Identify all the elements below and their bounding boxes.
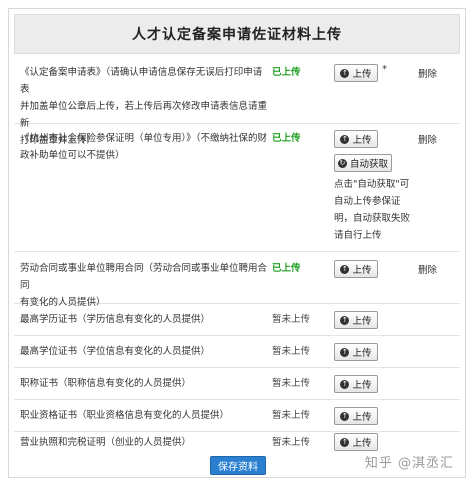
material-name: 营业执照和完税证明（创业的人员提供） xyxy=(20,437,192,448)
table-row: 职称证书（职称信息有变化的人员提供） 暂未上传 ↑ 上传 xyxy=(14,368,460,400)
table-row: 《认定备案申请表》（请确认申请信息保存无误后打印申请表 并加盖单位公章后上传，若… xyxy=(14,58,460,146)
table-row: 《杭州市社会保险参保证明（单位专用）》（不缴纳社保的财 政补助单位可以不提供） … xyxy=(14,124,460,252)
auto-fetch-icon: ↻ xyxy=(337,158,347,168)
upload-button[interactable]: ↑ 上传 xyxy=(334,311,378,329)
table-row: 最高学位证书（学位信息有变化的人员提供） 暂未上传 ↑ 上传 xyxy=(14,336,460,368)
upload-button[interactable]: ↑ 上传 xyxy=(334,260,378,278)
material-name: 职业资格证书（职业资格信息有变化的人员提供） xyxy=(20,410,230,421)
auto-fetch-button[interactable]: ↻ 自动获取 xyxy=(334,154,392,172)
upload-button[interactable]: ↑ 上传 xyxy=(334,433,378,451)
delete-link[interactable]: 删除 xyxy=(418,66,437,80)
auto-fetch-note: 点击"自动获取"可 自动上传参保证 明，自动获取失败 请自行上传 xyxy=(334,179,411,241)
required-asterisk: * xyxy=(382,64,387,75)
table-row: 营业执照和完税证明（创业的人员提供） 暂未上传 ↑ 上传 xyxy=(14,432,460,452)
status-badge: 暂未上传 xyxy=(272,346,311,357)
upload-icon: ↑ xyxy=(340,437,350,447)
table-row: 最高学历证书（学历信息有变化的人员提供） 暂未上传 ↑ 上传 xyxy=(14,304,460,336)
upload-icon: ↑ xyxy=(340,68,350,78)
page-title-bar: 人才认定备案申请佐证材料上传 xyxy=(14,14,460,54)
upload-button[interactable]: ↑ 上传 xyxy=(334,130,378,148)
upload-icon: ↑ xyxy=(340,411,350,421)
material-name: 最高学位证书（学位信息有变化的人员提供） xyxy=(20,346,211,357)
status-badge: 暂未上传 xyxy=(272,378,311,389)
status-badge: 已上传 xyxy=(272,67,301,78)
material-name: 最高学历证书（学历信息有变化的人员提供） xyxy=(20,314,211,325)
upload-button[interactable]: ↑ 上传 xyxy=(334,407,378,425)
watermark: 知乎 @淇丞汇 xyxy=(364,456,454,471)
page-title: 人才认定备案申请佐证材料上传 xyxy=(132,27,342,43)
upload-icon: ↑ xyxy=(340,347,350,357)
upload-icon: ↑ xyxy=(340,134,350,144)
table-row: 劳动合同或事业单位聘用合同（劳动合同或事业单位聘用合同 有变化的人员提供） 已上… xyxy=(14,252,460,308)
upload-icon: ↑ xyxy=(340,379,350,389)
upload-icon: ↑ xyxy=(340,315,350,325)
table-row: 职业资格证书（职业资格信息有变化的人员提供） 暂未上传 ↑ 上传 xyxy=(14,400,460,432)
upload-button[interactable]: ↑ 上传 xyxy=(334,343,378,361)
status-badge: 暂未上传 xyxy=(272,410,311,421)
status-badge: 已上传 xyxy=(272,263,301,274)
status-badge: 暂未上传 xyxy=(272,437,311,448)
save-button[interactable]: 保存资料 xyxy=(210,456,266,475)
delete-link[interactable]: 删除 xyxy=(418,262,437,276)
status-badge: 暂未上传 xyxy=(272,314,311,325)
material-name: 《杭州市社会保险参保证明（单位专用）》（不缴纳社保的财 政补助单位可以不提供） xyxy=(20,133,268,161)
upload-icon: ↑ xyxy=(340,264,350,274)
upload-button[interactable]: ↑ 上传 xyxy=(334,64,378,82)
upload-button[interactable]: ↑ 上传 xyxy=(334,375,378,393)
material-name: 职称证书（职称信息有变化的人员提供） xyxy=(20,378,192,389)
delete-link[interactable]: 删除 xyxy=(418,132,437,146)
status-badge: 已上传 xyxy=(272,133,301,144)
